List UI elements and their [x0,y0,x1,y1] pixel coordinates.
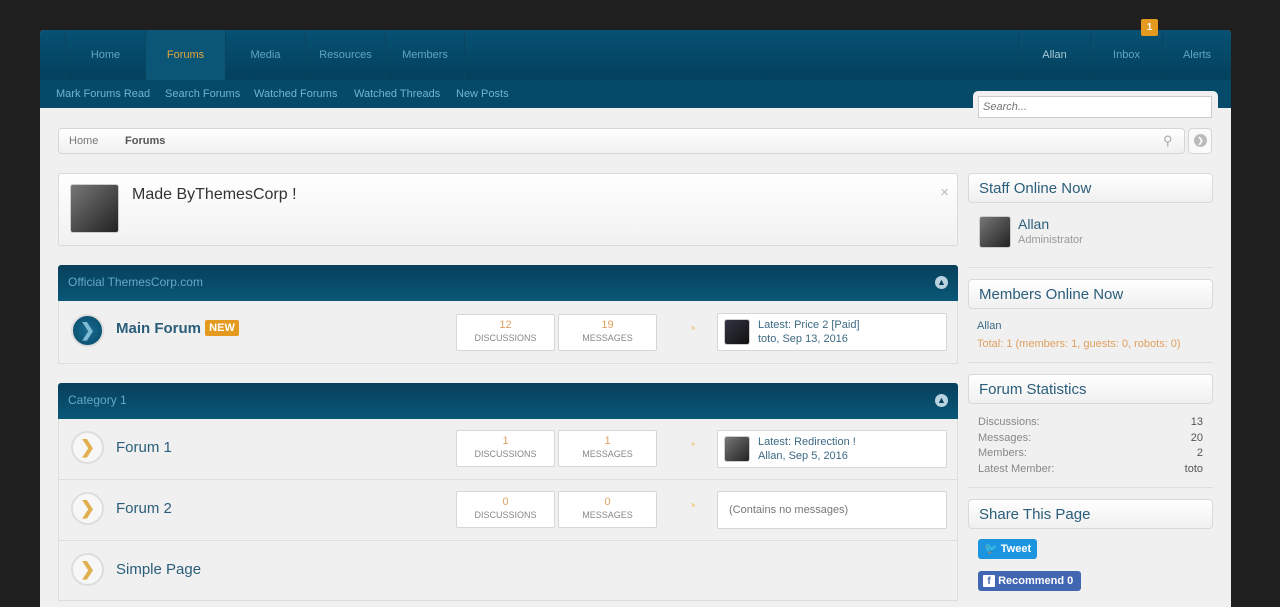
twitter-icon: 🐦 [984,543,998,555]
mark-forums-read-link[interactable]: Mark Forums Read [56,88,150,100]
latest-user[interactable]: toto [758,333,776,345]
tab-media[interactable]: Media [225,30,305,80]
forum-name[interactable]: Simple Page [116,561,201,578]
tab-forums[interactable]: Forums [145,30,225,80]
tab-home[interactable]: Home [65,30,145,80]
watched-forums-link[interactable]: Watched Forums [254,88,337,100]
online-total: Total: 1 (members: 1, guests: 0, robots:… [977,338,1181,350]
forum-row: ❯ Forum 1 1 DISCUSSIONS 1 MESSAGES ◔ Lates… [58,419,958,480]
tab-members[interactable]: Members [385,30,465,80]
forum-icon: ❯ [71,492,104,525]
member-name[interactable]: Allan [977,320,1001,332]
page-icon: ❯ [71,553,104,586]
stat-label: Messages: [978,432,1032,444]
breadcrumb-home[interactable]: Home [69,135,98,147]
latest-title[interactable]: Latest: Redirection ! [758,436,856,448]
alerts-link[interactable]: Alerts [1162,30,1231,80]
forum-stats-block: Forum Statistics [968,374,1213,404]
block-title: Forum Statistics [968,374,1213,404]
staff-online-block: Staff Online Now Allan Administrator [968,173,1213,248]
search-input[interactable] [978,96,1212,118]
stat-label: Latest Member: [978,463,1055,475]
discussions-stat: 1 DISCUSSIONS [456,430,555,467]
category-header[interactable]: Official ThemesCorp.com ▲ [58,265,958,301]
avatar [724,436,750,462]
stat-value: 2 [1196,447,1203,459]
block-title: Share This Page [968,499,1213,529]
notice: Made ByThemesCorp ! × [58,173,958,246]
breadcrumb: Home Forums ⚲ [58,128,1185,154]
forum-name[interactable]: Main Forum NEW [116,320,239,337]
stat-label: Members: [978,447,1027,459]
latest-post: Latest: Price 2 [Paid] toto, Sep 13, 201… [717,313,947,351]
latest-post: (Contains no messages) [717,491,947,529]
notice-text: Made ByThemesCorp ! [132,186,297,203]
forum-name[interactable]: Forum 1 [116,439,172,456]
forum-new-icon: ❯ [71,314,104,347]
latest-post: Latest: Redirection ! Allan, Sep 5, 2016 [717,430,947,468]
divider [968,267,1213,268]
watched-threads-link[interactable]: Watched Threads [354,88,440,100]
forum-name[interactable]: Forum 2 [116,500,172,517]
inbox-badge: 1 [1141,19,1158,36]
rss-icon[interactable]: ◔ [687,437,697,455]
forum-row: ❯ Main Forum NEW 12 DISCUSSIONS 19 MESSAGE… [58,301,958,364]
avatar [724,319,750,345]
avatar[interactable] [979,216,1011,248]
new-posts-link[interactable]: New Posts [456,88,509,100]
recommend-button[interactable]: f Recommend 0 [978,571,1081,591]
new-badge: NEW [205,320,239,336]
location-pin-icon[interactable]: ⚲ [1163,133,1173,149]
rss-icon[interactable]: ◔ [687,321,697,339]
latest-user[interactable]: Allan [758,450,782,462]
jump-button[interactable]: ❯ [1188,128,1212,154]
members-online-block: Members Online Now Allan Total: 1 (membe… [968,279,1213,350]
close-icon[interactable]: × [940,184,949,201]
category-header[interactable]: Category 1 ▲ [58,383,958,419]
category-title[interactable]: Official ThemesCorp.com [68,275,203,289]
forum-icon: ❯ [71,431,104,464]
divider [968,362,1213,363]
latest-member-link[interactable]: toto [1185,463,1203,475]
page: Home Forums Media Resources Members Alla… [40,30,1231,607]
divider [968,487,1213,488]
avatar [70,184,119,233]
discussions-stat: 12 DISCUSSIONS [456,314,555,351]
forum-row: ❯ Simple Page [58,541,958,601]
search-forums-link[interactable]: Search Forums [165,88,240,100]
messages-stat: 0 MESSAGES [558,491,657,528]
no-messages: (Contains no messages) [729,504,849,516]
account-link[interactable]: Allan [1018,30,1090,80]
facebook-icon: f [983,575,995,587]
category-title[interactable]: Category 1 [68,393,127,407]
stat-label: Discussions: [978,416,1040,428]
breadcrumb-forums[interactable]: Forums [125,135,165,147]
block-title: Staff Online Now [968,173,1213,203]
collapse-icon[interactable]: ▲ [935,394,948,407]
stat-value: 13 [1190,416,1203,428]
stat-value: 20 [1190,432,1203,444]
arrow-right-circle-icon: ❯ [1194,134,1207,147]
block-title: Members Online Now [968,279,1213,309]
inbox-link[interactable]: Inbox [1090,30,1162,80]
share-block: Share This Page 🐦 Tweet f Recommend 0 [968,499,1213,591]
rss-icon[interactable]: ◔ [687,498,697,516]
tweet-button[interactable]: 🐦 Tweet [978,539,1037,559]
messages-stat: 19 MESSAGES [558,314,657,351]
collapse-icon[interactable]: ▲ [935,276,948,289]
staff-name[interactable]: Allan [1018,216,1049,232]
latest-title[interactable]: Latest: Price 2 [Paid] [758,319,860,331]
discussions-stat: 0 DISCUSSIONS [456,491,555,528]
forum-row: ❯ Forum 2 0 DISCUSSIONS 0 MESSAGES ◔ (Cont… [58,480,958,541]
staff-role: Administrator [1018,234,1083,246]
top-nav: Home Forums Media Resources Members Alla… [40,30,1231,80]
search-area [973,91,1218,127]
tab-resources[interactable]: Resources [305,30,385,80]
messages-stat: 1 MESSAGES [558,430,657,467]
